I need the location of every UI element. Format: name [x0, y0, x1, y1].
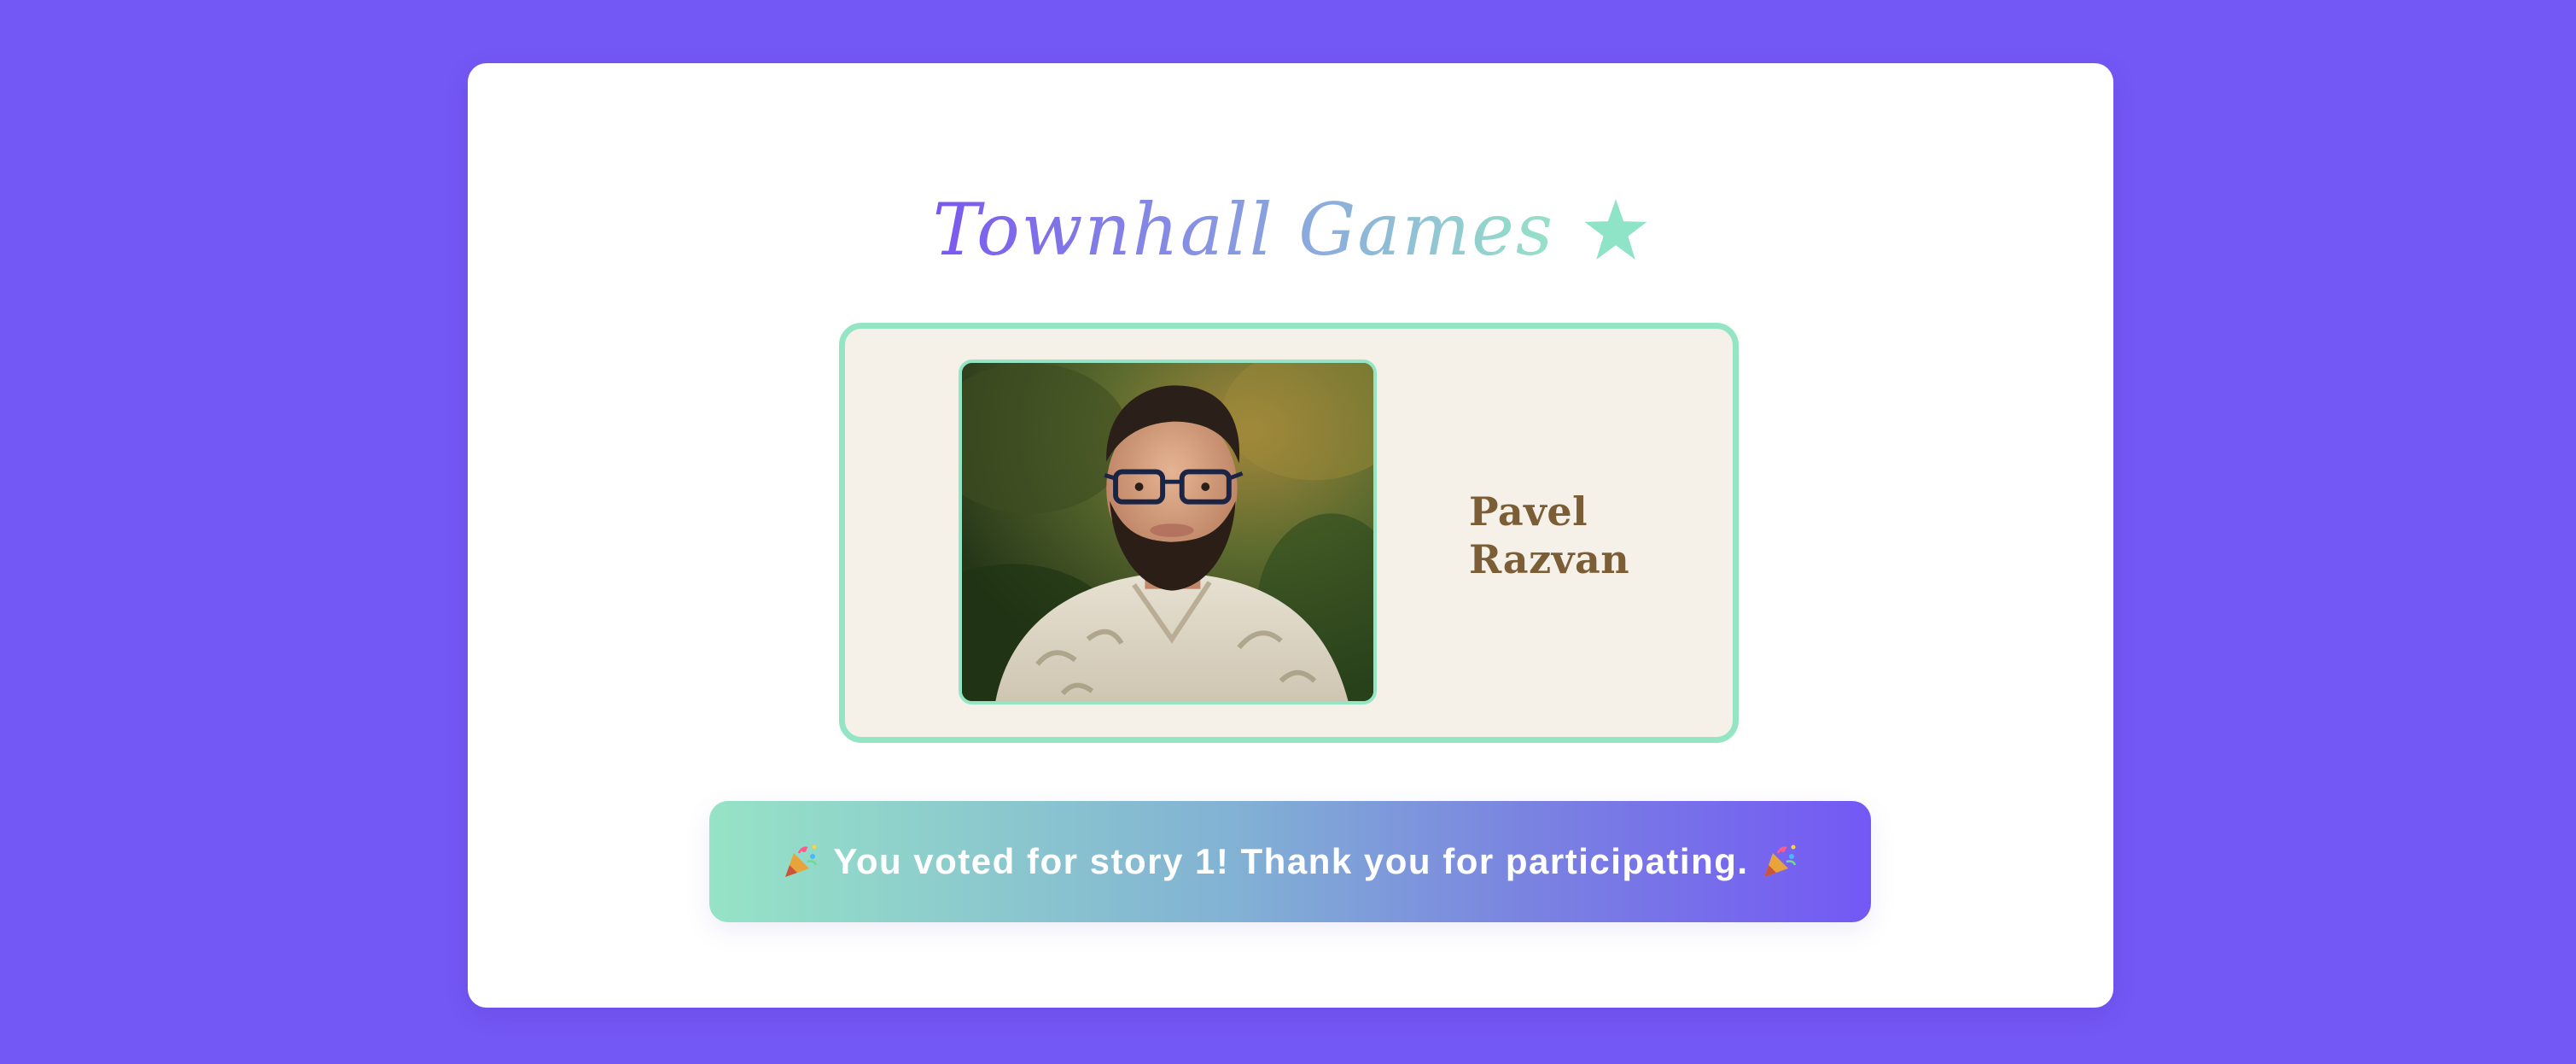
participant-name: Pavel Razvan — [1469, 488, 1629, 583]
party-popper-icon — [1761, 843, 1798, 880]
main-card: Townhall Games Pavel Razvan You voted fo… — [468, 63, 2113, 1008]
vote-confirmation-text: You voted for story 1! Thank you for par… — [833, 841, 1749, 881]
page-title: Townhall Games — [933, 179, 1554, 280]
party-popper-icon — [782, 843, 819, 880]
vote-confirmation-banner: You voted for story 1! Thank you for par… — [709, 801, 1871, 922]
header: Townhall Games — [468, 179, 2113, 280]
star-icon — [1583, 197, 1648, 262]
portrait-photo — [959, 360, 1377, 704]
first-name: Pavel — [1469, 488, 1588, 535]
profile-card: Pavel Razvan — [839, 323, 1739, 743]
last-name: Razvan — [1469, 536, 1630, 582]
